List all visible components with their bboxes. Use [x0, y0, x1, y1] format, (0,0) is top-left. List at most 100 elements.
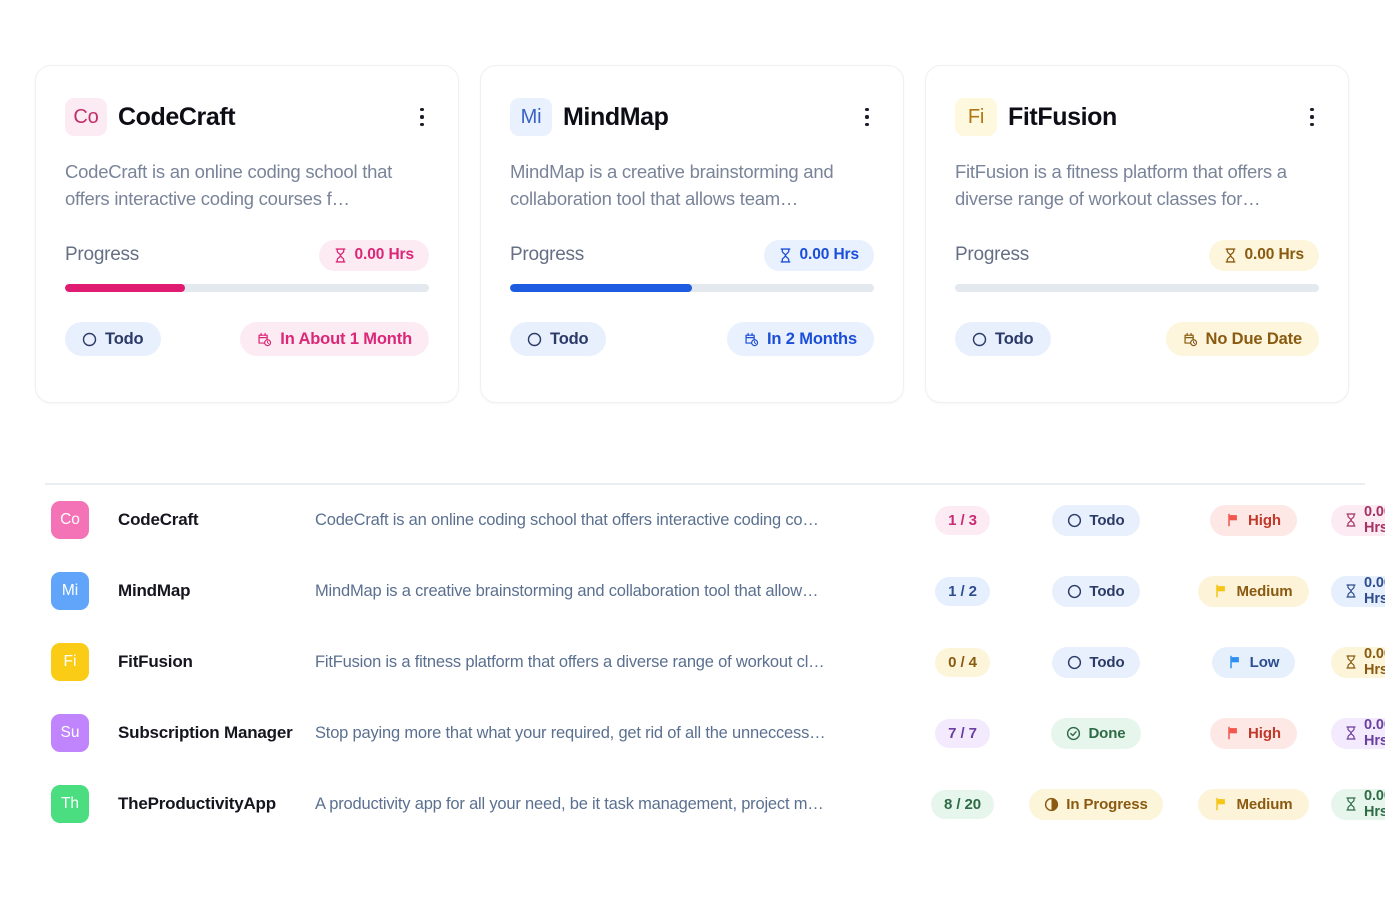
progress-label: Progress: [510, 244, 584, 266]
priority-badge[interactable]: Medium: [1198, 789, 1308, 820]
status-badge[interactable]: Todo: [65, 322, 161, 356]
due-date-label: In About 1 Month: [280, 330, 412, 349]
hours-badge: 0.00 Hrs: [1331, 647, 1385, 678]
status-badge[interactable]: Done: [1051, 718, 1140, 749]
status-cell: In Progress: [1016, 789, 1176, 820]
due-date-badge[interactable]: In About 1 Month: [240, 322, 429, 356]
flag-icon: [1226, 726, 1240, 740]
hours-cell: 0.00 Hrs: [1331, 576, 1385, 607]
calendar-clock-icon: [1183, 332, 1198, 347]
avatar: Mi: [510, 98, 552, 136]
priority-badge[interactable]: Medium: [1198, 576, 1308, 607]
task-count-cell: 1 / 3: [909, 506, 1016, 535]
progress-bar-track: [955, 284, 1319, 292]
avatar: Mi: [51, 572, 89, 610]
hours-badge: 0.00 Hrs: [1209, 240, 1319, 271]
hourglass-icon: [1345, 655, 1357, 669]
table-row[interactable]: Co CodeCraft CodeCraft is an online codi…: [45, 485, 1365, 556]
calendar-clock-icon: [257, 332, 272, 347]
progress-bar-fill: [510, 284, 692, 292]
status-badge[interactable]: Todo: [1052, 576, 1139, 607]
status-cell: Done: [1016, 718, 1176, 749]
task-count-cell: 1 / 2: [909, 577, 1016, 606]
card-header: Co CodeCraft: [65, 96, 429, 138]
table-row[interactable]: Fi FitFusion FitFusion is a fitness plat…: [45, 627, 1365, 698]
priority-cell: Medium: [1176, 576, 1331, 607]
flag-icon: [1228, 655, 1242, 669]
table-row[interactable]: Su Subscription Manager Stop paying more…: [45, 698, 1365, 769]
due-date-badge[interactable]: No Due Date: [1166, 322, 1319, 356]
half-circle-icon: [1044, 797, 1059, 812]
priority-badge[interactable]: High: [1210, 718, 1297, 749]
row-avatar-cell: Fi: [51, 643, 118, 681]
due-date-label: No Due Date: [1206, 330, 1302, 349]
status-badge[interactable]: Todo: [955, 322, 1051, 356]
task-count-cell: 8 / 20: [909, 790, 1016, 819]
hours-value: 0.00 Hrs: [1364, 575, 1385, 607]
status-badge[interactable]: Todo: [1052, 647, 1139, 678]
card-description: FitFusion is a fitness platform that off…: [955, 158, 1319, 214]
hours-value: 0.00 Hrs: [799, 246, 859, 264]
avatar: Fi: [955, 98, 997, 136]
hourglass-icon: [1345, 797, 1357, 811]
card-title: CodeCraft: [118, 103, 400, 132]
priority-cell: High: [1176, 718, 1331, 749]
table-row[interactable]: Mi MindMap MindMap is a creative brainst…: [45, 556, 1365, 627]
hourglass-icon: [779, 248, 792, 263]
hours-cell: 0.00 Hrs: [1331, 647, 1385, 678]
project-card[interactable]: Fi FitFusion FitFusion is a fitness plat…: [925, 65, 1349, 403]
card-description: CodeCraft is an online coding school tha…: [65, 158, 429, 214]
project-card[interactable]: Mi MindMap MindMap is a creative brainst…: [480, 65, 904, 403]
circle-icon: [1067, 513, 1082, 528]
circle-icon: [1067, 584, 1082, 599]
project-card[interactable]: Co CodeCraft CodeCraft is an online codi…: [35, 65, 459, 403]
progress-row: Progress 0.00 Hrs: [65, 239, 429, 271]
status-label: Todo: [1089, 654, 1124, 671]
task-count-badge: 1 / 3: [935, 506, 990, 535]
avatar: Su: [51, 714, 89, 752]
more-options-icon[interactable]: [411, 104, 433, 130]
calendar-clock-icon: [744, 332, 759, 347]
progress-row: Progress 0.00 Hrs: [955, 239, 1319, 271]
priority-badge[interactable]: High: [1210, 505, 1297, 536]
priority-badge[interactable]: Low: [1212, 647, 1296, 678]
check-circle-icon: [1066, 726, 1081, 741]
status-label: In Progress: [1066, 796, 1147, 813]
progress-bar-track: [65, 284, 429, 292]
row-avatar-cell: Th: [51, 785, 118, 823]
more-options-icon[interactable]: [856, 104, 878, 130]
avatar: Co: [51, 501, 89, 539]
hours-badge: 0.00 Hrs: [1331, 576, 1385, 607]
task-count-badge: 1 / 2: [935, 577, 990, 606]
priority-cell: Low: [1176, 647, 1331, 678]
task-count-badge: 0 / 4: [935, 648, 990, 677]
status-badge[interactable]: In Progress: [1029, 789, 1162, 820]
progress-label: Progress: [65, 244, 139, 266]
project-name: Subscription Manager: [118, 723, 315, 743]
task-count-cell: 7 / 7: [909, 719, 1016, 748]
hours-cell: 0.00 Hrs: [1331, 789, 1385, 820]
progress-label: Progress: [955, 244, 1029, 266]
status-label: Todo: [1089, 583, 1124, 600]
task-count-badge: 8 / 20: [931, 790, 994, 819]
status-label: Todo: [995, 330, 1034, 349]
card-footer: Todo No Due Date: [955, 322, 1319, 356]
hours-badge: 0.00 Hrs: [319, 240, 429, 271]
more-options-icon[interactable]: [1301, 104, 1323, 130]
hours-value: 0.00 Hrs: [1364, 646, 1385, 678]
project-name: CodeCraft: [118, 510, 315, 530]
task-count-cell: 0 / 4: [909, 648, 1016, 677]
hours-value: 0.00 Hrs: [1364, 717, 1385, 749]
card-header: Fi FitFusion: [955, 96, 1319, 138]
hours-value: 0.00 Hrs: [354, 246, 414, 264]
hours-cell: 0.00 Hrs: [1331, 505, 1385, 536]
status-badge[interactable]: Todo: [510, 322, 606, 356]
due-date-badge[interactable]: In 2 Months: [727, 322, 874, 356]
status-badge[interactable]: Todo: [1052, 505, 1139, 536]
hours-value: 0.00 Hrs: [1364, 788, 1385, 820]
status-label: Done: [1088, 725, 1125, 742]
progress-bar-track: [510, 284, 874, 292]
project-cards-grid: Co CodeCraft CodeCraft is an online codi…: [35, 65, 1350, 403]
row-avatar-cell: Co: [51, 501, 118, 539]
table-row[interactable]: Th TheProductivityApp A productivity app…: [45, 769, 1365, 840]
